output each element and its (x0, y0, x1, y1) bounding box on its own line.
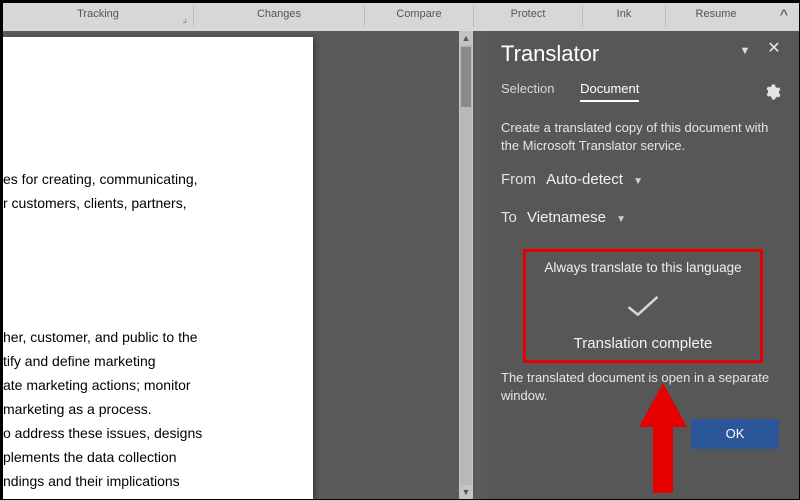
always-translate-label[interactable]: Always translate to this language (526, 260, 760, 275)
ribbon-group-protect[interactable]: Protect (474, 3, 582, 30)
ribbon-group-tracking[interactable]: Tracking ⌟ (3, 3, 193, 30)
annotation-highlight-box: Always translate to this language Transl… (523, 249, 763, 363)
doc-text-line: es for creating, communicating, (3, 167, 313, 191)
ribbon-group-ink[interactable]: Ink (583, 3, 665, 30)
scroll-down-icon[interactable]: ▼ (459, 485, 473, 499)
chevron-down-icon: ▼ (633, 176, 643, 187)
from-language-selector[interactable]: From Auto-detect ▼ (501, 171, 643, 188)
translation-complete-label: Translation complete (526, 335, 760, 352)
scroll-thumb[interactable] (461, 47, 471, 107)
pane-note: The translated document is open in a sep… (501, 369, 785, 405)
ribbon-group-compare[interactable]: Compare (365, 3, 473, 30)
checkmark-icon (626, 294, 660, 320)
document-scrollbar[interactable]: ▲ ▼ (459, 31, 473, 499)
doc-text-line: ndings and their implications (3, 469, 313, 493)
ok-button[interactable]: OK (691, 419, 779, 449)
ribbon-group-label: Ink (617, 8, 632, 20)
scroll-track[interactable] (460, 45, 472, 485)
to-language-selector[interactable]: To Vietnamese ▼ (501, 209, 626, 226)
from-value: Auto-detect (546, 171, 623, 188)
pane-tabs: Selection Document (501, 81, 661, 107)
dialog-launcher-icon[interactable]: ⌟ (182, 9, 187, 31)
document-page[interactable]: es for creating, communicating, r custom… (3, 37, 313, 499)
doc-text-line: her, customer, and public to the (3, 325, 313, 349)
ribbon: Tracking ⌟ Changes Compare Protect Ink R… (3, 3, 799, 31)
pane-title: Translator (501, 41, 599, 67)
ribbon-group-label: Tracking (77, 8, 119, 20)
tab-document[interactable]: Document (580, 81, 639, 102)
chevron-down-icon: ▼ (616, 214, 626, 225)
app-frame: Tracking ⌟ Changes Compare Protect Ink R… (2, 2, 800, 500)
doc-text-line: plements the data collection (3, 445, 313, 469)
ribbon-group-changes[interactable]: Changes (194, 3, 364, 30)
collapse-ribbon-button[interactable]: ^ (775, 7, 793, 25)
doc-text-line: r customers, clients, partners, (3, 191, 313, 215)
to-value: Vietnamese (527, 209, 606, 226)
ribbon-group-label: Resume (696, 8, 737, 20)
translator-pane: Translator ▼ ✕ Selection Document Create… (487, 31, 799, 499)
ribbon-group-label: Changes (257, 8, 301, 20)
doc-text-line: tify and define marketing (3, 349, 313, 373)
scroll-up-icon[interactable]: ▲ (459, 31, 473, 45)
doc-text-line: marketing as a process. (3, 397, 313, 421)
pane-options-dropdown[interactable]: ▼ (737, 45, 753, 59)
from-label: From (501, 171, 536, 188)
pane-description: Create a translated copy of this documen… (501, 119, 785, 155)
pane-gutter (473, 31, 487, 499)
doc-text-line: o address these issues, designs (3, 421, 313, 445)
close-icon[interactable]: ✕ (765, 41, 783, 59)
gear-icon[interactable] (763, 83, 781, 101)
ribbon-group-label: Compare (396, 8, 441, 20)
doc-text-line: ate marketing actions; monitor (3, 373, 313, 397)
ribbon-group-resume[interactable]: Resume (666, 3, 766, 30)
to-label: To (501, 209, 517, 226)
tab-selection[interactable]: Selection (501, 81, 554, 100)
ribbon-group-label: Protect (511, 8, 546, 20)
